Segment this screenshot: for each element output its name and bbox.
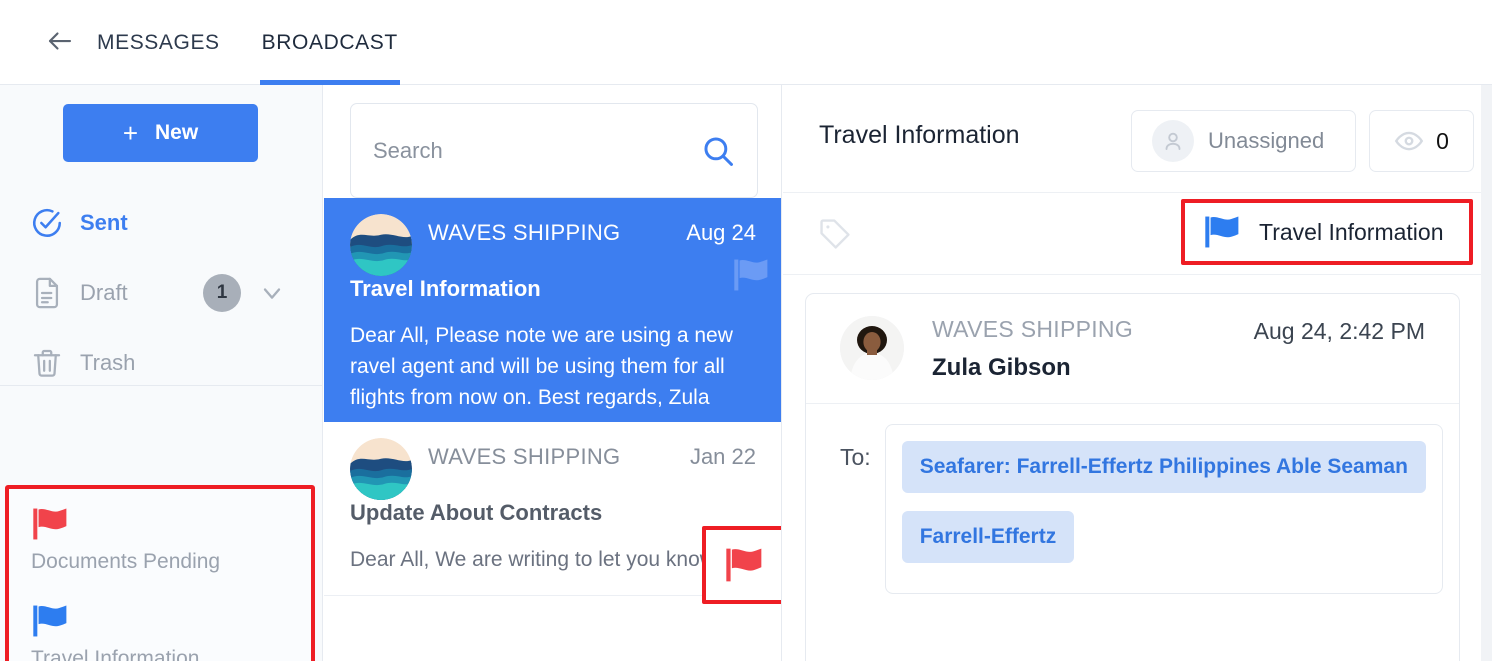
- views-button[interactable]: 0: [1369, 110, 1474, 172]
- tag-icon[interactable]: [818, 217, 852, 251]
- message-timestamp: Aug 24, 2:42 PM: [1253, 318, 1425, 344]
- views-count: 0: [1436, 127, 1449, 154]
- sidebar-item-label: Sent: [80, 210, 128, 235]
- back-arrow-icon[interactable]: [45, 26, 75, 56]
- message-list-panel: WAVES SHIPPING Aug 24 Travel Information…: [324, 85, 782, 661]
- top-bar: MESSAGES BROADCAST: [0, 0, 1492, 85]
- avatar: [840, 316, 904, 380]
- message-item-header: WAVES SHIPPING Aug 24: [350, 214, 756, 276]
- label-bar: Travel Information: [783, 193, 1481, 275]
- to-label: To:: [840, 444, 871, 470]
- trash-icon: [30, 346, 64, 380]
- message-item-header: WAVES SHIPPING Jan 22: [350, 438, 756, 500]
- chevron-down-icon[interactable]: [258, 279, 286, 307]
- labels-annotation-box: Documents Pending Travel Information: [5, 485, 315, 661]
- eye-icon: [1394, 126, 1424, 156]
- waves-shipping-logo-avatar: [350, 438, 412, 500]
- message-sender: WAVES SHIPPING: [428, 220, 621, 245]
- recipient-chip[interactable]: Seafarer: Farrell-Effertz Philippines Ab…: [901, 441, 1426, 493]
- search-input[interactable]: [373, 137, 701, 164]
- document-icon: [30, 276, 64, 310]
- sidebar-item-trash[interactable]: Trash: [0, 328, 323, 398]
- label-text: Documents Pending: [31, 550, 221, 573]
- label-text: Travel Information: [31, 647, 200, 661]
- message-sender-name: Zula Gibson: [932, 354, 1071, 381]
- waves-shipping-logo-avatar: [350, 214, 412, 276]
- label-chip-annotation-box: Travel Information: [1181, 199, 1473, 265]
- assign-label: Unassigned: [1208, 128, 1325, 153]
- sidebar-item-draft[interactable]: Draft 1: [0, 258, 323, 328]
- label-item-documents-pending[interactable]: Documents Pending: [31, 507, 301, 574]
- draft-count-badge: 1: [203, 274, 241, 312]
- sidebar-item-sent[interactable]: Sent: [0, 188, 323, 258]
- search-container: [350, 103, 758, 198]
- sidebar-item-label: Trash: [80, 350, 136, 375]
- tab-broadcast[interactable]: BROADCAST: [259, 0, 400, 85]
- flag-icon: [31, 507, 69, 541]
- message-list-item-selected[interactable]: WAVES SHIPPING Aug 24 Travel Information…: [324, 198, 781, 433]
- recipient-chip[interactable]: Farrell-Effertz: [901, 511, 1075, 563]
- message-preview: Dear All, Please note we are using a new…: [350, 324, 733, 409]
- scrollbar-track[interactable]: [1481, 85, 1492, 661]
- message-date: Jan 22: [689, 444, 756, 469]
- recipients-row: To: Seafarer: Farrell-Effertz Philippine…: [806, 424, 1459, 594]
- search-icon[interactable]: [701, 134, 735, 168]
- plus-icon: +: [122, 118, 138, 148]
- message-list-item[interactable]: WAVES SHIPPING Jan 22 Update About Contr…: [324, 422, 781, 604]
- detail-header: Travel Information Unassigned 0: [783, 85, 1481, 193]
- flag-icon: [1203, 215, 1241, 249]
- new-broadcast-button[interactable]: + New: [63, 104, 258, 162]
- flag-annotation-box: [702, 526, 781, 604]
- sidebar: + New Sent Draft 1 Trash Documents Pendi…: [0, 85, 323, 661]
- search-box[interactable]: [350, 103, 758, 198]
- message-subject: Travel Information: [350, 276, 541, 301]
- message-card-header: WAVES SHIPPING Zula Gibson Aug 24, 2:42 …: [806, 294, 1459, 404]
- check-circle-icon: [30, 206, 64, 240]
- flag-icon: [31, 604, 69, 638]
- sidebar-nav: Sent Draft 1 Trash: [0, 188, 323, 398]
- message-sender: WAVES SHIPPING: [428, 444, 621, 469]
- recipient-chips-container: Seafarer: Farrell-Effertz Philippines Ab…: [884, 424, 1443, 594]
- message-subject: Update About Contracts: [350, 500, 603, 525]
- tab-bar: MESSAGES BROADCAST: [95, 0, 400, 85]
- assign-button[interactable]: Unassigned: [1131, 110, 1356, 172]
- sidebar-item-label: Draft: [80, 280, 128, 305]
- broadcast-messages-app: MESSAGES BROADCAST + New Sent Draft 1 Tr…: [0, 0, 1492, 661]
- person-icon: [1152, 120, 1194, 162]
- label-chip-text: Travel Information: [1259, 218, 1444, 245]
- tab-messages[interactable]: MESSAGES: [95, 0, 222, 85]
- sidebar-divider: [0, 385, 323, 386]
- message-detail-panel: Travel Information Unassigned 0 Travel I…: [783, 85, 1481, 661]
- message-card: WAVES SHIPPING Zula Gibson Aug 24, 2:42 …: [805, 293, 1460, 661]
- message-date: Aug 24: [686, 220, 756, 245]
- flag-icon[interactable]: [724, 547, 764, 583]
- label-item-travel-information[interactable]: Travel Information: [31, 604, 301, 661]
- page-title: Travel Information: [819, 121, 1020, 149]
- flag-icon[interactable]: [732, 258, 770, 292]
- new-button-label: New: [155, 121, 199, 144]
- message-company: WAVES SHIPPING: [932, 316, 1134, 342]
- message-preview: Dear All, We are writing to let you know: [350, 548, 715, 571]
